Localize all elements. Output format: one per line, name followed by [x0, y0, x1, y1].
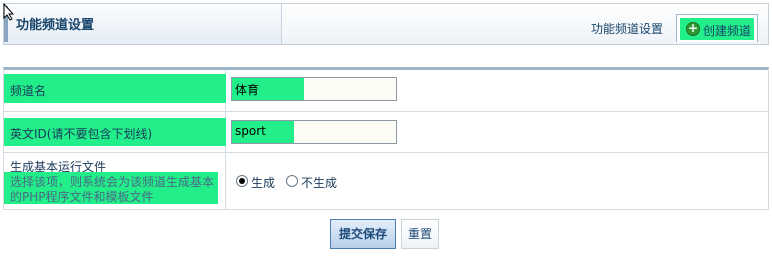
radio-generate-label: 生成: [251, 176, 276, 190]
channel-name-input[interactable]: 体育: [231, 77, 397, 101]
page-title: 功能频道设置: [16, 18, 95, 33]
radio-not-generate[interactable]: [286, 175, 298, 187]
tab-create-channel[interactable]: + 创建频道: [676, 14, 758, 42]
channel-name-label: 频道名: [10, 84, 47, 98]
form-row-english-id: 英文ID(请不要包含下划线) sport: [4, 112, 768, 153]
form-row-generate-file: 生成基本运行文件 选择该项，则系统会为该频道生成基本 的PHP程序文件和模板文件…: [4, 153, 768, 210]
english-id-label: 英文ID(请不要包含下划线): [10, 127, 153, 141]
tab-channel-settings[interactable]: 功能频道设置: [591, 20, 663, 37]
english-id-value: sport: [235, 124, 266, 138]
generate-file-description-2: 的PHP程序文件和模板文件: [10, 190, 154, 204]
tab-create-channel-label: 创建频道: [703, 24, 752, 38]
channel-name-value: 体育: [235, 83, 260, 97]
title-area: 功能频道设置: [4, 4, 282, 44]
page-header: 功能频道设置 功能频道设置 + 创建频道: [3, 3, 769, 45]
reset-button[interactable]: 重置: [401, 219, 439, 249]
channel-form: 频道名 体育 英文ID(请不要包含下划线) sport 生成基本运行文件 选择该…: [3, 67, 769, 210]
radio-generate[interactable]: [236, 175, 248, 187]
radio-not-generate-label: 不生成: [301, 176, 338, 190]
cursor-icon: [3, 3, 15, 21]
label-cell: 生成基本运行文件 选择该项，则系统会为该频道生成基本 的PHP程序文件和模板文件: [4, 153, 226, 210]
label-cell: 频道名: [4, 70, 226, 111]
form-row-channel-name: 频道名 体育: [4, 70, 768, 112]
submit-button[interactable]: 提交保存: [330, 219, 396, 249]
plus-circle-icon: +: [686, 21, 700, 36]
tab-create-channel-highlight: + 创建频道: [680, 18, 754, 40]
english-id-input[interactable]: sport: [231, 120, 397, 144]
label-cell: 英文ID(请不要包含下划线): [4, 112, 226, 152]
